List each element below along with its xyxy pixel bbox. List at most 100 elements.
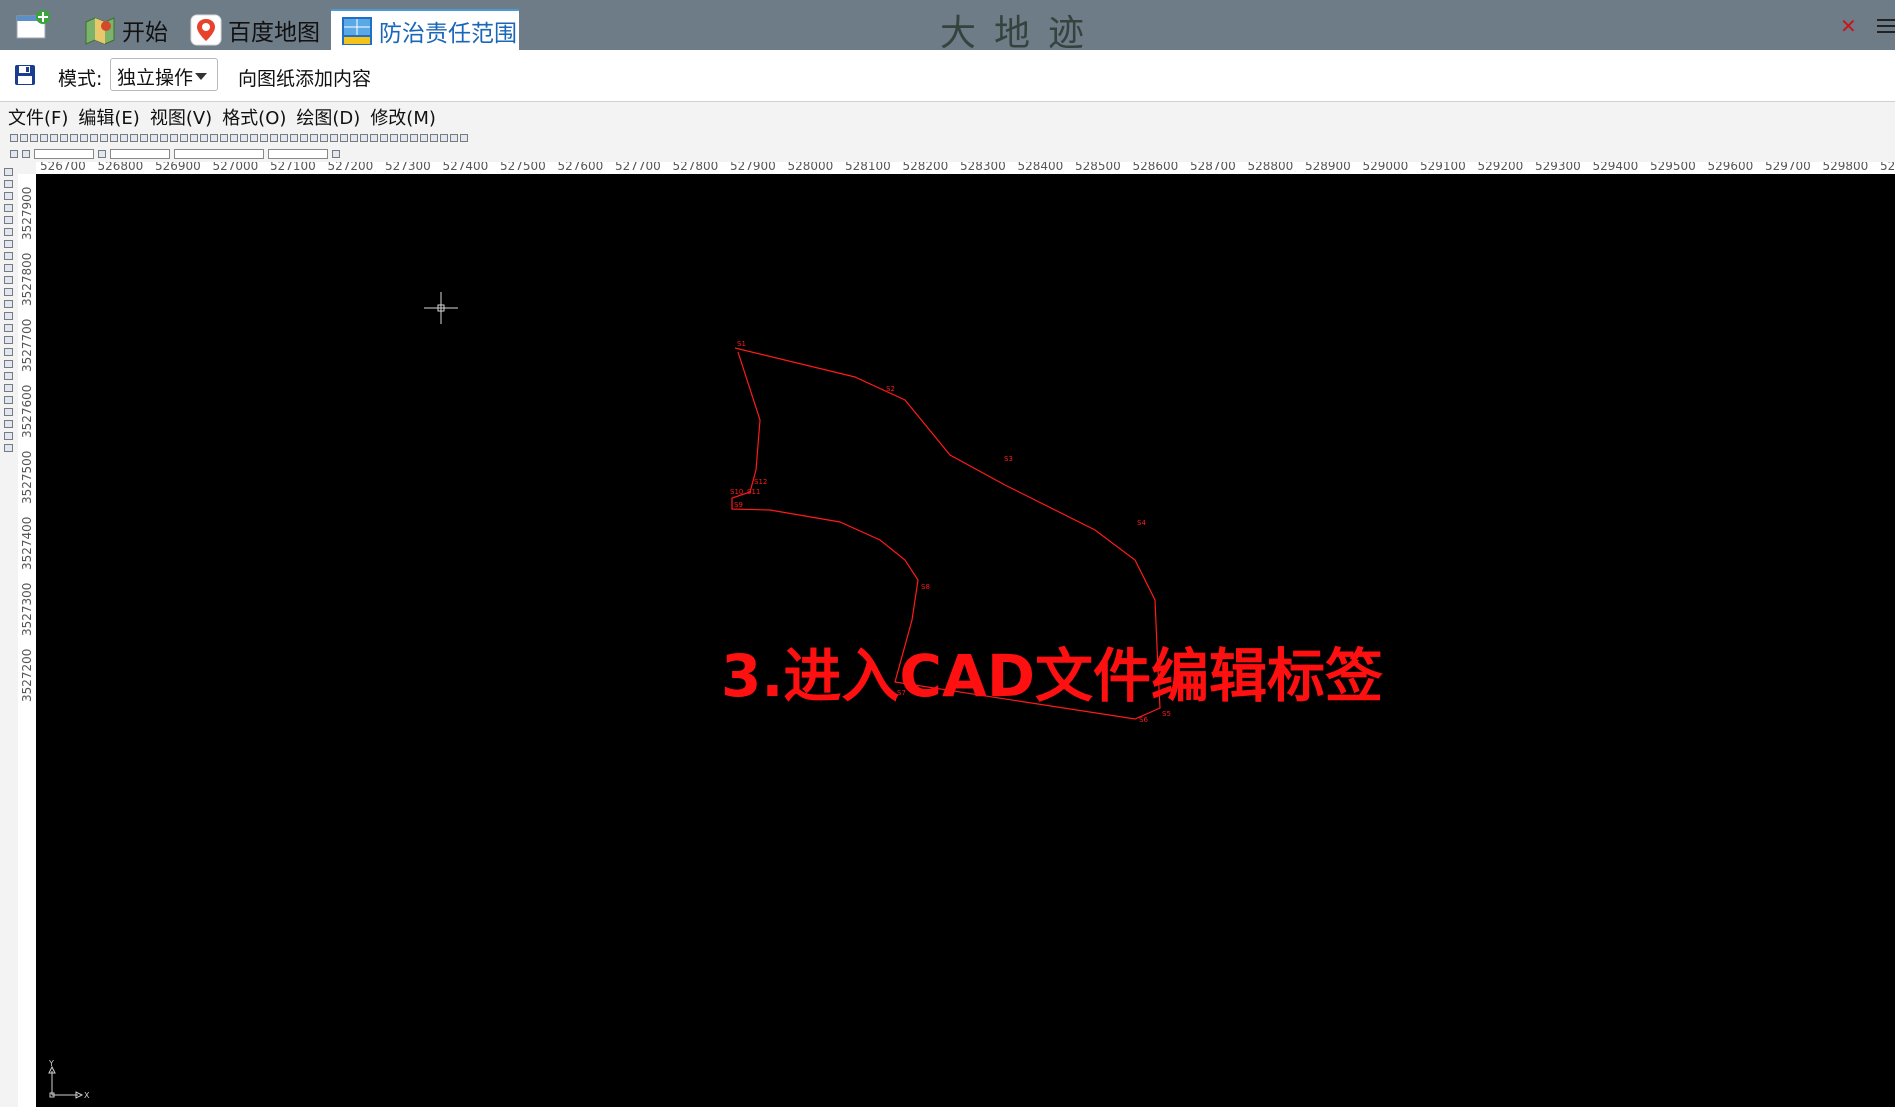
color-icon[interactable]: [98, 150, 106, 158]
cad-tool-icon[interactable]: [370, 134, 378, 142]
cad-tool-icon[interactable]: [80, 134, 88, 142]
new-tab-button[interactable]: [16, 9, 52, 41]
cad-tool-icon[interactable]: [20, 134, 28, 142]
mode-dropdown[interactable]: 独立操作: [110, 58, 218, 91]
add-content-button[interactable]: 向图纸添加内容: [238, 64, 371, 91]
cad-tool-icon[interactable]: [350, 134, 358, 142]
menu-modify[interactable]: 修改(M): [370, 104, 436, 130]
cad-tool-icon[interactable]: [260, 134, 268, 142]
lineweight-dropdown[interactable]: [268, 149, 328, 159]
draw-tool-icon[interactable]: [4, 312, 13, 320]
linetype-dropdown[interactable]: [174, 149, 264, 159]
cad-tool-icon[interactable]: [450, 134, 458, 142]
cad-tool-icon[interactable]: [90, 134, 98, 142]
ruler-tick-label: 527900: [730, 162, 776, 173]
cad-tool-icon[interactable]: [360, 134, 368, 142]
draw-tool-icon[interactable]: [4, 336, 13, 344]
cad-tool-icon[interactable]: [180, 134, 188, 142]
draw-tool-icon[interactable]: [4, 300, 13, 308]
tab-start[interactable]: 开始: [84, 9, 184, 50]
menu-format[interactable]: 格式(O): [222, 104, 286, 130]
cad-tool-icon[interactable]: [300, 134, 308, 142]
cad-tool-icon[interactable]: [190, 134, 198, 142]
draw-tool-icon[interactable]: [4, 396, 13, 404]
cad-tool-icon[interactable]: [240, 134, 248, 142]
cad-tool-icon[interactable]: [340, 134, 348, 142]
cad-tool-icon[interactable]: [200, 134, 208, 142]
layer-dropdown[interactable]: [34, 149, 94, 159]
draw-tool-icon[interactable]: [4, 444, 13, 452]
draw-tool-icon[interactable]: [4, 228, 13, 236]
drawing-canvas[interactable]: S1 S2 S3 S4 S5 S6 S7 S8 S9 S10 S11 S12 3.进入CAD文件编辑标…: [36, 174, 1895, 1107]
cad-tool-icon[interactable]: [460, 134, 468, 142]
cad-tool-icon[interactable]: [210, 134, 218, 142]
cad-tool-icon[interactable]: [70, 134, 78, 142]
draw-tool-icon[interactable]: [4, 384, 13, 392]
cad-tool-icon[interactable]: [440, 134, 448, 142]
menu-draw[interactable]: 绘图(D): [296, 104, 360, 130]
tab-control-scope[interactable]: 防治责任范围: [331, 9, 519, 50]
draw-tool-icon[interactable]: [4, 288, 13, 296]
hamburger-menu-icon[interactable]: [1877, 19, 1895, 37]
match-properties-icon[interactable]: [332, 150, 340, 158]
draw-tool-icon[interactable]: [4, 252, 13, 260]
draw-tool-icon[interactable]: [4, 168, 13, 176]
cad-tool-icon[interactable]: [250, 134, 258, 142]
cad-tool-icon[interactable]: [110, 134, 118, 142]
draw-tool-icon[interactable]: [4, 324, 13, 332]
draw-tool-icon[interactable]: [4, 372, 13, 380]
cad-tool-icon[interactable]: [320, 134, 328, 142]
cad-tool-icon[interactable]: [280, 134, 288, 142]
draw-tool-icon[interactable]: [4, 276, 13, 284]
draw-tool-icon[interactable]: [4, 348, 13, 356]
cad-tool-icon[interactable]: [170, 134, 178, 142]
draw-tool-icon[interactable]: [4, 408, 13, 416]
tab-control-scope-label: 防治责任范围: [379, 20, 517, 47]
close-tab-icon[interactable]: ✕: [1840, 14, 1857, 38]
cad-tool-icon[interactable]: [10, 134, 18, 142]
cad-tool-icon[interactable]: [270, 134, 278, 142]
draw-tool-icon[interactable]: [4, 432, 13, 440]
cad-tool-icon[interactable]: [60, 134, 68, 142]
draw-tool-icon[interactable]: [4, 180, 13, 188]
ruler-tick-label: 529800: [1822, 162, 1869, 173]
cad-tool-icon[interactable]: [400, 134, 408, 142]
cad-tool-icon[interactable]: [30, 134, 38, 142]
color-dropdown[interactable]: [110, 149, 170, 159]
cad-tool-icon[interactable]: [120, 134, 128, 142]
ruler-tick-label: 528000: [787, 162, 834, 173]
menu-view[interactable]: 视图(V): [150, 104, 212, 130]
cad-tool-icon[interactable]: [100, 134, 108, 142]
cad-tool-icon[interactable]: [40, 134, 48, 142]
draw-tool-icon[interactable]: [4, 192, 13, 200]
cad-tool-icon[interactable]: [410, 134, 418, 142]
cad-tool-icon[interactable]: [310, 134, 318, 142]
cad-tool-icon[interactable]: [50, 134, 58, 142]
cad-tool-icon[interactable]: [130, 134, 138, 142]
cad-tool-icon[interactable]: [420, 134, 428, 142]
draw-tool-icon[interactable]: [4, 204, 13, 212]
save-button[interactable]: [14, 64, 36, 86]
cad-tool-icon[interactable]: [290, 134, 298, 142]
cad-tool-icon[interactable]: [220, 134, 228, 142]
cad-tool-icon[interactable]: [390, 134, 398, 142]
cad-tool-icon[interactable]: [160, 134, 168, 142]
menu-edit[interactable]: 编辑(E): [78, 104, 139, 130]
draw-tool-icon[interactable]: [4, 240, 13, 248]
menu-file[interactable]: 文件(F): [8, 104, 68, 130]
draw-tool-icon[interactable]: [4, 420, 13, 428]
layer-state-icon[interactable]: [22, 150, 30, 158]
tab-baidu-map[interactable]: 百度地图: [190, 9, 320, 50]
draw-tool-icon[interactable]: [4, 264, 13, 272]
draw-tool-icon[interactable]: [4, 216, 13, 224]
draw-tool-icon[interactable]: [4, 360, 13, 368]
cad-tool-icon[interactable]: [150, 134, 158, 142]
cad-tool-icon[interactable]: [330, 134, 338, 142]
ruler-tick-label: 526800: [97, 162, 144, 173]
cad-tool-icon[interactable]: [140, 134, 148, 142]
ruler-tick-label: 528200: [902, 162, 949, 173]
layer-icon[interactable]: [10, 150, 18, 158]
cad-tool-icon[interactable]: [430, 134, 438, 142]
cad-tool-icon[interactable]: [380, 134, 388, 142]
cad-tool-icon[interactable]: [230, 134, 238, 142]
